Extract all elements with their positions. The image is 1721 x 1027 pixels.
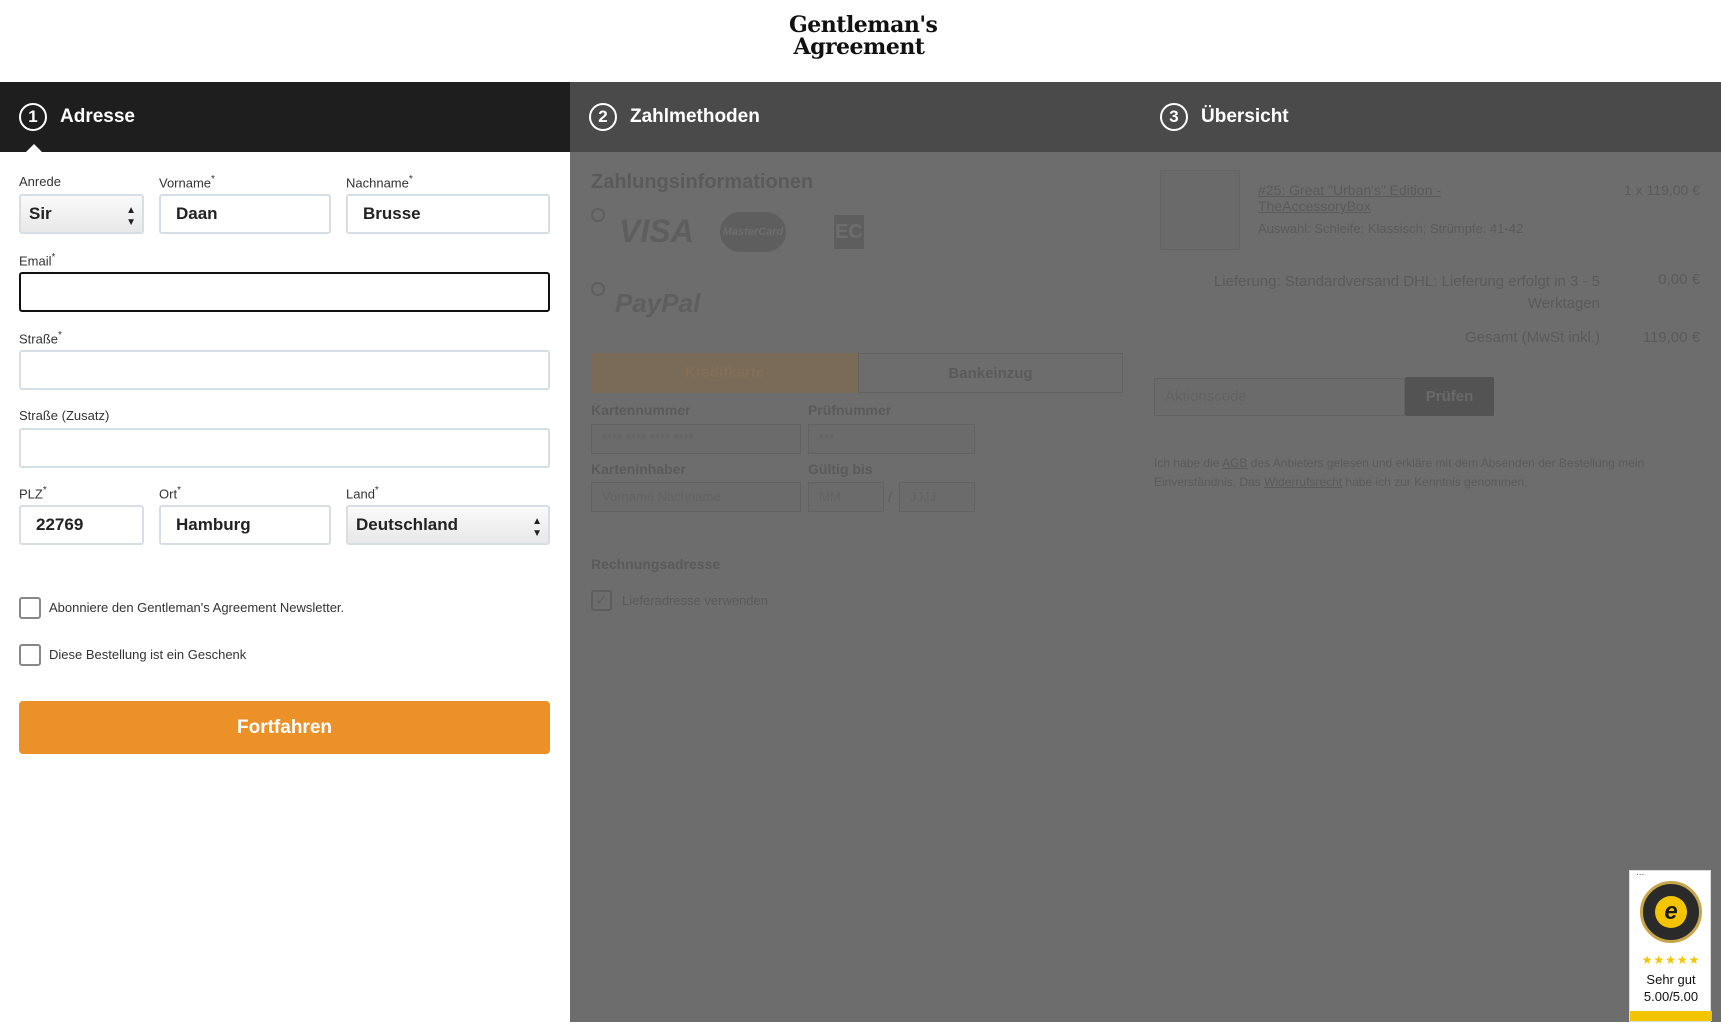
radio-card[interactable]: [591, 208, 605, 222]
newsletter-checkbox[interactable]: [19, 597, 41, 619]
valid-month-input[interactable]: MM: [808, 482, 884, 512]
country-label: Land*: [346, 485, 379, 502]
mastercard-icon: MasterCard: [720, 212, 786, 252]
step-title-uebersicht: Übersicht: [1201, 106, 1289, 127]
city-input[interactable]: Hamburg: [159, 505, 331, 545]
badge-stripe: [1630, 1011, 1712, 1021]
step-number-2: 2: [589, 103, 617, 131]
product-price: 1 x 119,00 €: [1623, 182, 1700, 198]
email-input[interactable]: [19, 272, 550, 312]
street2-input[interactable]: [19, 428, 550, 468]
shipping-label: Lieferung: Standardversand DHL: Lieferun…: [1213, 273, 1600, 312]
step-adresse[interactable]: 1 Adresse: [0, 82, 570, 154]
street-label: Straße*: [19, 330, 62, 347]
email-label: Email*: [19, 252, 56, 269]
newsletter-label: Abonniere den Gentleman's Agreement News…: [49, 600, 345, 615]
visa-icon: VISA: [619, 213, 694, 249]
salutation-value: Sir: [29, 204, 52, 223]
trusted-shops-e-icon: e: [1655, 896, 1687, 928]
product-thumbnail: [1160, 170, 1240, 250]
step-zahlmethoden[interactable]: 2 Zahlmethoden: [570, 82, 1150, 152]
rating-text: Sehr gut 5.00/5.00: [1630, 971, 1712, 1005]
firstname-input[interactable]: Daan: [159, 194, 331, 234]
date-separator: /: [888, 489, 892, 505]
trusted-shops-seal-icon: e: [1640, 881, 1702, 943]
payment-heading: Zahlungsinformationen: [591, 171, 814, 193]
billing-heading: Rechnungsadresse: [591, 556, 721, 572]
rating-value: 5.00/5.00: [1643, 989, 1699, 1004]
product-options: Auswahl: Schleife: Klassisch; Strümpfe: …: [1258, 221, 1524, 236]
brand-logo-line2: Agreement: [793, 34, 925, 60]
brand-logo[interactable]: Gentleman's Agreement: [789, 12, 938, 60]
country-select[interactable]: Deutschland ▲ ▼: [346, 505, 550, 545]
cvc-label: Prüfnummer: [808, 402, 892, 418]
step-uebersicht[interactable]: 3 Übersicht: [1150, 82, 1721, 152]
street-input[interactable]: [19, 350, 550, 390]
street2-label: Straße (Zusatz): [19, 408, 110, 423]
badge-menu-icon[interactable]: ...: [1636, 867, 1644, 878]
firstname-label: Vorname*: [159, 174, 215, 191]
select-arrows-icon: ▲ ▼: [532, 516, 542, 539]
country-value: Deutschland: [356, 515, 459, 534]
radio-paypal[interactable]: [591, 282, 605, 296]
salutation-select[interactable]: Sir ▲ ▼: [19, 194, 144, 234]
card-number-label: Kartennummer: [591, 402, 691, 418]
billing-checkbox-label: Lieferadresse verwenden: [622, 593, 768, 608]
card-number-input[interactable]: **** **** **** ****: [591, 424, 801, 454]
lastname-input[interactable]: Brusse: [346, 194, 550, 234]
tab-kreditkarte[interactable]: Kreditkarte: [591, 353, 858, 393]
gift-checkbox[interactable]: [19, 644, 41, 666]
cvc-input[interactable]: ***: [808, 424, 975, 454]
salutation-label: Anrede: [19, 174, 61, 189]
valid-year-input[interactable]: JJJJ: [899, 482, 975, 512]
valid-label: Gültig bis: [808, 461, 873, 477]
ec-card-icon: EC: [834, 215, 864, 249]
tab-bankeinzug[interactable]: Bankeinzug: [858, 353, 1123, 393]
holder-label: Karteninhaber: [591, 461, 686, 477]
page-header: Gentleman's Agreement: [0, 0, 1721, 82]
zip-input[interactable]: 22769: [19, 505, 144, 545]
total-label: Gesamt (MwSt inkl.): [1464, 329, 1600, 346]
continue-button[interactable]: Fortfahren: [19, 701, 550, 754]
agb-link[interactable]: AGB: [1222, 456, 1247, 470]
paypal-icon: PayPal: [615, 288, 701, 318]
step-number-3: 3: [1160, 103, 1188, 131]
select-arrows-icon: ▲ ▼: [126, 205, 136, 228]
step-title-zahlmethoden: Zahlmethoden: [630, 106, 760, 127]
address-form: Anrede Vorname* Nachname* Sir ▲ ▼ Daan Br…: [0, 152, 570, 1022]
terms-text: Ich habe die AGB des Anbieters gelesen u…: [1154, 456, 1645, 489]
holder-input[interactable]: Vorname Nachname: [591, 482, 801, 512]
promo-code-input[interactable]: Aktionscode: [1154, 378, 1405, 416]
step-title-adresse: Adresse: [60, 106, 135, 127]
rating-word: Sehr gut: [1646, 972, 1696, 987]
shipping-price: 0,00 €: [1658, 271, 1700, 288]
brand-logo-line1: Gentleman's: [789, 12, 938, 38]
rating-stars-icon: ★★★★★: [1641, 953, 1701, 967]
total-price: 119,00 €: [1642, 329, 1700, 346]
city-label: Ort*: [159, 485, 181, 502]
product-title-link[interactable]: #25: Great "Urban's" Edition - TheAccess…: [1258, 182, 1498, 214]
widerruf-link[interactable]: Widerrufsrecht: [1264, 475, 1342, 489]
billing-checkbox-checked-icon[interactable]: ✓: [591, 590, 612, 611]
zip-label: PLZ*: [19, 485, 47, 502]
promo-check-button[interactable]: Prüfen: [1405, 377, 1494, 416]
gift-label: Diese Bestellung ist ein Geschenk: [49, 647, 247, 662]
trusted-shops-badge[interactable]: ... e ★★★★★ Sehr gut 5.00/5.00: [1629, 867, 1712, 1022]
step-number-1: 1: [19, 103, 47, 131]
lastname-label: Nachname*: [346, 174, 413, 191]
